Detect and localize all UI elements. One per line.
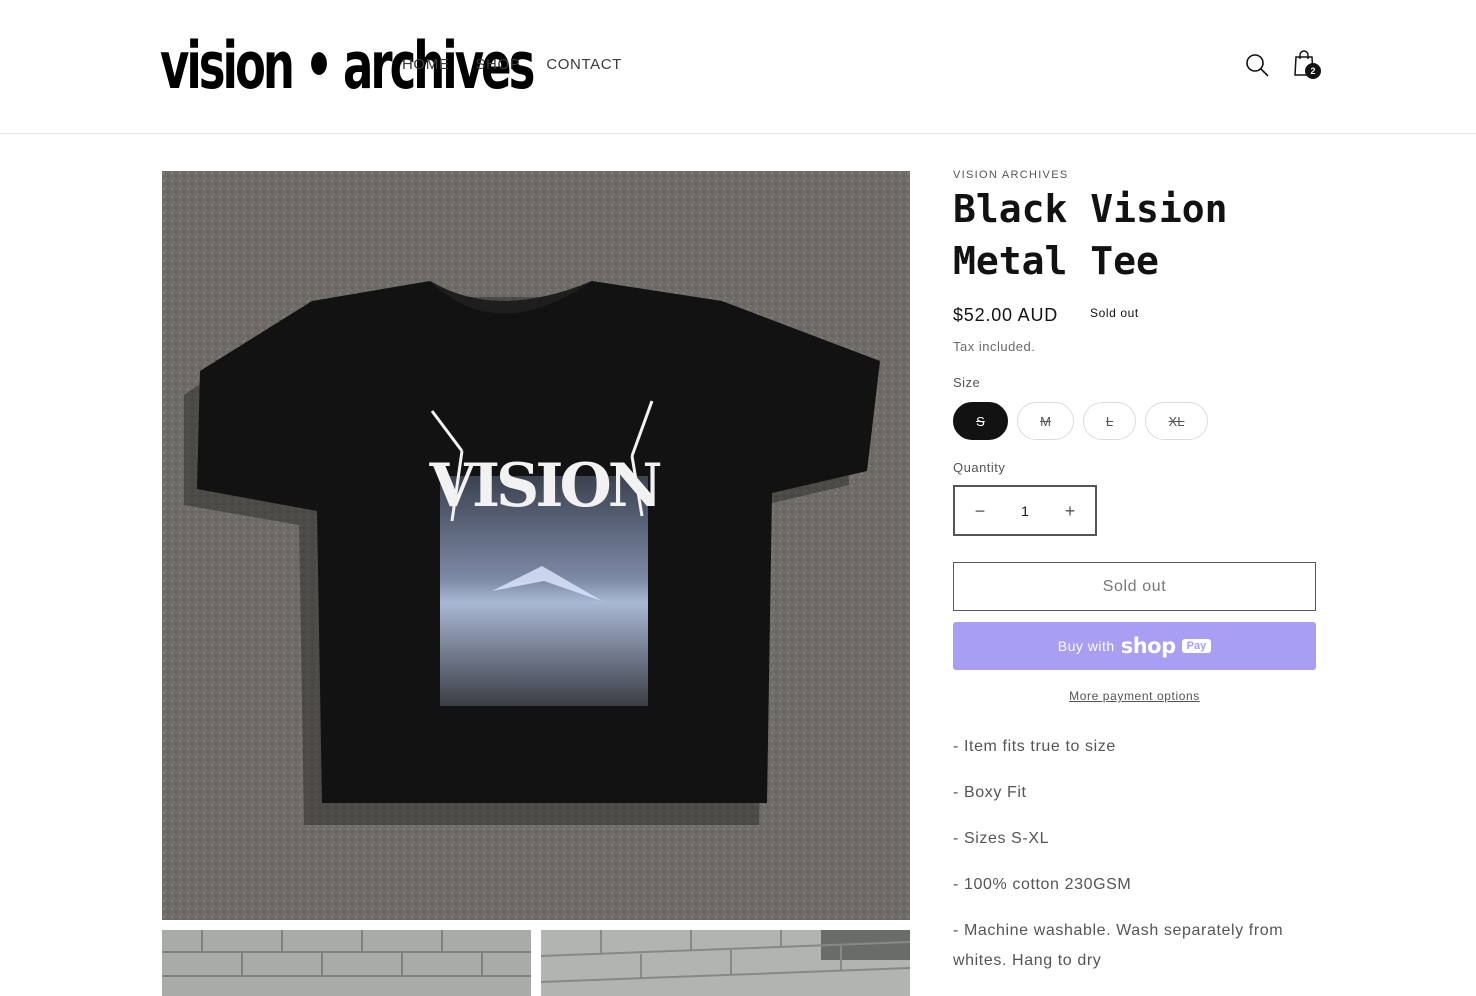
- product-main-image[interactable]: VISION: [162, 171, 910, 920]
- tax-note: Tax included.: [953, 339, 1036, 354]
- quantity-increase-button[interactable]: +: [1061, 502, 1079, 520]
- product-title: Black Vision Metal Tee: [953, 187, 1228, 283]
- quantity-input[interactable]: 1: [1021, 503, 1029, 519]
- brick-wall-photo: [541, 930, 910, 996]
- site-header: vision • archives HOME SHOP CONTACT 2: [0, 0, 1476, 134]
- description-line: - Machine washable. Wash separately from…: [953, 922, 1284, 969]
- quantity-decrease-button[interactable]: −: [971, 502, 989, 520]
- search-icon: [1246, 54, 1269, 77]
- print-text: VISION: [428, 451, 660, 521]
- product-vendor: VISION ARCHIVES: [953, 169, 1069, 181]
- tshirt-photo: VISION: [162, 171, 910, 920]
- product-price: $52.00 AUD: [953, 305, 1059, 325]
- size-option-s[interactable]: S: [953, 402, 1008, 440]
- description-line: - Sizes S-XL: [953, 830, 1050, 847]
- size-option-m[interactable]: M: [1017, 402, 1074, 440]
- quantity-label: Quantity: [953, 460, 1006, 475]
- quantity-stepper: − 1 +: [953, 485, 1097, 536]
- shop-pay-prefix: Buy with: [1057, 638, 1115, 654]
- more-payment-options: More payment options: [953, 689, 1316, 703]
- search-button[interactable]: [1244, 52, 1270, 78]
- brick-wall-photo: [162, 930, 531, 996]
- nav-home[interactable]: HOME: [402, 56, 449, 73]
- cart-count-badge: 2: [1305, 63, 1321, 79]
- nav-contact[interactable]: CONTACT: [546, 56, 622, 73]
- sold-out-badge: Sold out: [1090, 306, 1139, 320]
- product-thumbnail-1[interactable]: [162, 930, 531, 996]
- size-option-l[interactable]: L: [1083, 402, 1136, 440]
- more-payment-link[interactable]: More payment options: [1069, 689, 1200, 703]
- product-description: - Item fits true to size - Boxy Fit - Si…: [953, 732, 1316, 992]
- pay-chip: Pay: [1181, 639, 1212, 653]
- description-line: - 100% cotton 230GSM: [953, 876, 1132, 893]
- cart-button[interactable]: 2: [1292, 48, 1324, 80]
- shop-pay-button[interactable]: Buy with shop Pay: [953, 622, 1316, 670]
- product-thumbnail-2[interactable]: [541, 930, 910, 996]
- logo-link[interactable]: vision • archives: [160, 20, 535, 110]
- size-label: Size: [953, 375, 981, 390]
- description-line: - Boxy Fit: [953, 784, 1027, 801]
- description-line: - Item fits true to size: [953, 738, 1116, 755]
- nav-shop[interactable]: SHOP: [475, 56, 520, 73]
- shop-logo-text: shop: [1120, 634, 1176, 658]
- main-nav: HOME SHOP CONTACT: [402, 56, 622, 73]
- sold-out-button[interactable]: Sold out: [953, 562, 1316, 611]
- size-option-xl[interactable]: XL: [1145, 402, 1208, 440]
- size-selector: S M L XL: [953, 402, 1208, 440]
